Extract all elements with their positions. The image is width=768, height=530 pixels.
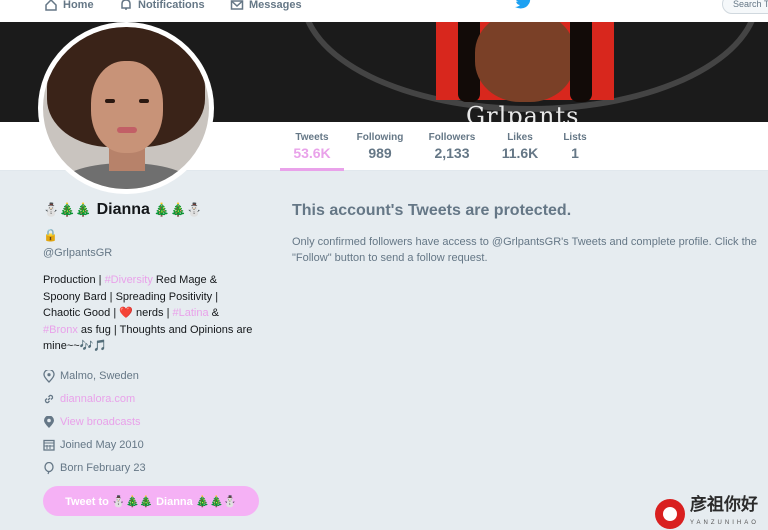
stat-followers-label: Followers bbox=[428, 132, 476, 143]
music-notes-emoji: 🎶🎵 bbox=[79, 340, 108, 352]
stat-following-value: 989 bbox=[368, 145, 392, 161]
website-link[interactable]: diannalora.com bbox=[60, 393, 135, 405]
hashtag-latina[interactable]: #Latina bbox=[172, 307, 208, 319]
banner-hair-right bbox=[570, 22, 592, 102]
twitter-bird-icon[interactable] bbox=[515, 0, 533, 10]
birthday-row: Born February 23 bbox=[43, 457, 263, 480]
periscope-icon bbox=[44, 415, 54, 428]
stat-lists[interactable]: Lists 1 bbox=[558, 122, 592, 171]
profile-avatar[interactable] bbox=[38, 22, 214, 194]
stat-following[interactable]: Following 989 bbox=[352, 122, 408, 171]
bio-text-3: nerds | bbox=[132, 307, 173, 319]
stat-followers[interactable]: Followers 2,133 bbox=[424, 122, 480, 171]
stat-likes-label: Likes bbox=[507, 132, 533, 143]
profile-bio: Production | #Diversity Red Mage & Spoon… bbox=[43, 272, 253, 355]
nav-home[interactable]: Home bbox=[44, 0, 94, 14]
watermark-logo: 彦祖你好 YANZUNIHAO bbox=[655, 496, 759, 530]
banner-text: Grlpants bbox=[466, 102, 580, 122]
name-suffix-emoji: 🎄🎄⛄ bbox=[153, 202, 203, 217]
stat-tweets[interactable]: Tweets 53.6K bbox=[280, 122, 344, 171]
profile-handle[interactable]: @GrlpantsGR bbox=[43, 247, 263, 259]
name-prefix-emoji: ⛄🎄🎄 bbox=[43, 202, 92, 217]
profile-sidebar: ⛄🎄🎄 Dianna 🎄🎄⛄ 🔒 @GrlpantsGR Production … bbox=[43, 198, 263, 480]
profile-name-row[interactable]: ⛄🎄🎄 Dianna 🎄🎄⛄ bbox=[43, 198, 263, 222]
stat-followers-value: 2,133 bbox=[434, 145, 470, 161]
location-row: Malmo, Sweden bbox=[43, 365, 263, 388]
profile-name[interactable]: Dianna bbox=[97, 201, 150, 219]
website-row: diannalora.com bbox=[43, 388, 263, 411]
home-icon bbox=[45, 0, 57, 11]
nav-messages-label: Messages bbox=[249, 0, 302, 11]
avatar-face bbox=[91, 61, 163, 153]
watermark-main: 彦祖你好 bbox=[690, 495, 758, 515]
link-icon bbox=[44, 394, 54, 404]
stat-lists-value: 1 bbox=[571, 145, 579, 161]
avatar-mouth bbox=[117, 127, 137, 133]
bell-icon bbox=[121, 0, 131, 10]
nav-notifications[interactable]: Notifications bbox=[119, 0, 205, 14]
balloon-icon bbox=[44, 461, 54, 474]
heart-emoji: ❤️ bbox=[119, 307, 133, 319]
protected-title: This account's Tweets are protected. bbox=[292, 202, 572, 219]
nav-messages[interactable]: Messages bbox=[230, 0, 302, 14]
joined-text: Joined May 2010 bbox=[60, 439, 144, 451]
envelope-icon bbox=[230, 0, 244, 10]
stat-tweets-value: 53.6K bbox=[293, 145, 331, 161]
view-broadcasts-link[interactable]: View broadcasts bbox=[60, 416, 141, 428]
protected-notice: This account's Tweets are protected. Onl… bbox=[292, 202, 762, 266]
protected-body: Only confirmed followers have access to … bbox=[292, 236, 757, 264]
watermark-text: 彦祖你好 YANZUNIHAO bbox=[690, 496, 759, 530]
watermark-sub: YANZUNIHAO bbox=[690, 520, 759, 526]
avatar-eye-right bbox=[139, 99, 149, 103]
hashtag-bronx[interactable]: #Bronx bbox=[43, 324, 78, 336]
joined-row: Joined May 2010 bbox=[43, 434, 263, 457]
stat-following-label: Following bbox=[356, 132, 404, 143]
broadcasts-row: View broadcasts bbox=[43, 411, 263, 434]
calendar-icon bbox=[43, 439, 55, 451]
avatar-eye-left bbox=[105, 99, 115, 103]
nav-home-label: Home bbox=[63, 0, 94, 11]
bio-text-1: Production | bbox=[43, 274, 105, 286]
top-navigation: Home Notifications Messages Search T bbox=[0, 0, 768, 22]
tweet-to-button[interactable]: Tweet to ⛄🎄🎄 Dianna 🎄🎄⛄ bbox=[43, 486, 259, 516]
bio-text-4: & bbox=[208, 307, 219, 319]
profile-meta: Malmo, Sweden diannalora.com View broadc… bbox=[43, 365, 263, 480]
birthday-text: Born February 23 bbox=[60, 462, 146, 474]
location-text: Malmo, Sweden bbox=[60, 370, 139, 382]
location-pin-icon bbox=[43, 369, 55, 383]
stat-tweets-label: Tweets bbox=[295, 132, 329, 143]
nav-notifications-label: Notifications bbox=[138, 0, 205, 11]
banner-face bbox=[475, 22, 575, 102]
avatar-photo bbox=[43, 27, 209, 189]
search-input[interactable]: Search T bbox=[722, 0, 768, 14]
lock-icon: 🔒 bbox=[43, 228, 58, 242]
stat-likes[interactable]: Likes 11.6K bbox=[496, 122, 544, 171]
hashtag-diversity[interactable]: #Diversity bbox=[105, 274, 153, 286]
stat-likes-value: 11.6K bbox=[501, 145, 539, 161]
watermark-icon bbox=[655, 499, 685, 529]
stat-lists-label: Lists bbox=[563, 132, 587, 143]
